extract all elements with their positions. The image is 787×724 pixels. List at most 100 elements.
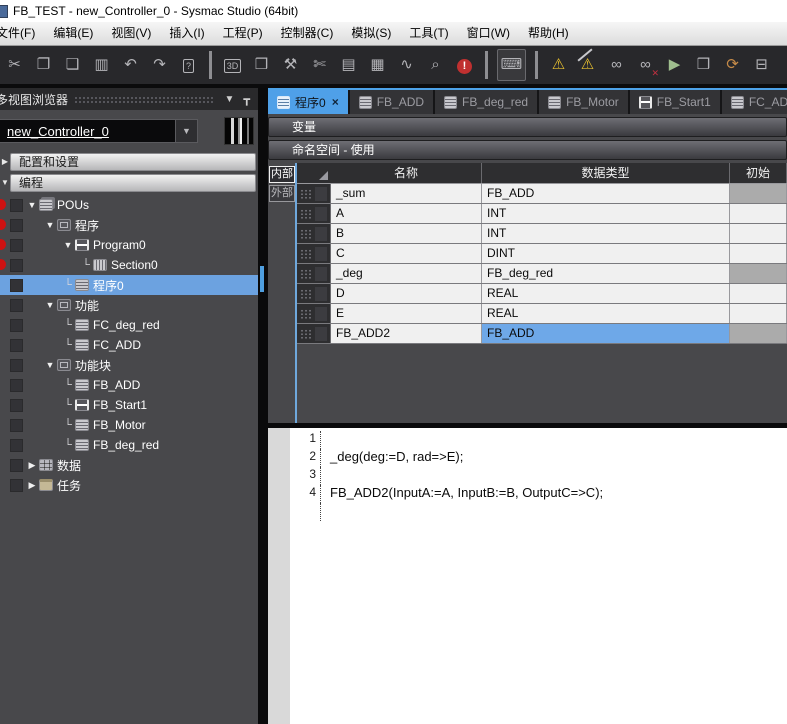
rebuild-icon[interactable]: ✄: [305, 50, 334, 80]
code-line[interactable]: 4 FB_ADD2(InputA:=A, InputB:=B, OutputC=…: [290, 485, 787, 503]
code-text[interactable]: [320, 431, 330, 449]
code-body[interactable]: 1 2 _deg(deg:=D, rad=>E); 3 4 FB_ADD2(In…: [290, 428, 787, 724]
view-3d-icon[interactable]: 3D: [218, 50, 247, 80]
splitter-handle[interactable]: [260, 266, 264, 292]
tab-fb-add[interactable]: FB_ADD: [350, 90, 435, 114]
controller-status-icon[interactable]: ⊟: [747, 50, 776, 80]
menu-window[interactable]: 窗口(W): [458, 22, 519, 45]
tree-checkbox[interactable]: [10, 439, 23, 452]
code-text[interactable]: [320, 467, 330, 485]
menu-insert[interactable]: 插入(I): [160, 22, 213, 45]
tree-item-pous[interactable]: ▼ POUs: [0, 195, 258, 215]
tab-external[interactable]: 外部: [269, 185, 295, 202]
tree-item-tasks[interactable]: ▶ 任务: [0, 475, 258, 495]
column-header-initial[interactable]: 初始: [730, 163, 787, 183]
menu-project[interactable]: 工程(P): [214, 22, 272, 45]
cell-name[interactable]: _sum: [331, 184, 482, 203]
run-mode-icon[interactable]: ▶: [660, 50, 689, 80]
vertical-splitter[interactable]: [258, 88, 268, 724]
tree-checkbox[interactable]: [10, 279, 23, 292]
tree-item-programs[interactable]: ▼ 程序: [0, 215, 258, 235]
cell-initial[interactable]: [730, 304, 787, 323]
expander-icon[interactable]: ▼: [43, 300, 57, 310]
monitor-on-icon[interactable]: ∞: [602, 50, 631, 80]
tree-checkbox[interactable]: [10, 459, 23, 472]
row-handle[interactable]: [297, 304, 331, 323]
code-text[interactable]: _deg(deg:=D, rad=>E);: [320, 449, 463, 467]
tree-checkbox[interactable]: [10, 239, 23, 252]
paste-icon[interactable]: ❏: [58, 50, 87, 80]
expander-icon[interactable]: ▶: [25, 460, 39, 471]
tree-item-function-blocks[interactable]: ▼ 功能块: [0, 355, 258, 375]
expander-icon[interactable]: ▼: [43, 360, 57, 370]
synchronize-icon[interactable]: ⟳: [718, 50, 747, 80]
section-programming-label[interactable]: 编程: [10, 174, 256, 192]
tree-checkbox[interactable]: [10, 379, 23, 392]
section-programming[interactable]: ▼ 编程: [0, 173, 258, 192]
row-handle[interactable]: [297, 264, 331, 283]
column-header-type[interactable]: 数据类型: [482, 163, 730, 183]
cell-name[interactable]: _deg: [331, 264, 482, 283]
tab-fb-motor[interactable]: FB_Motor: [539, 90, 630, 114]
tree-checkbox[interactable]: [10, 359, 23, 372]
cell-type[interactable]: FB_ADD: [482, 184, 730, 203]
tree-checkbox[interactable]: [10, 259, 23, 272]
namespace-bar[interactable]: 命名空间 - 使用: [268, 140, 787, 160]
cell-name[interactable]: D: [331, 284, 482, 303]
expander-icon[interactable]: ▼: [25, 200, 39, 210]
code-text[interactable]: FB_ADD2(InputA:=A, InputB:=B, OutputC=>C…: [320, 485, 603, 503]
expander-icon[interactable]: ▶: [25, 480, 39, 491]
cell-initial[interactable]: [730, 264, 787, 283]
variables-bar[interactable]: 变量: [268, 117, 787, 137]
cell-initial[interactable]: [730, 244, 787, 263]
row-handle[interactable]: [297, 284, 331, 303]
cell-initial[interactable]: [730, 204, 787, 223]
build-icon[interactable]: ⚒: [276, 50, 305, 80]
chevron-down-icon[interactable]: ▼: [175, 120, 197, 142]
code-line[interactable]: 1: [290, 431, 787, 449]
tree-item-fc-add[interactable]: └ FC_ADD: [0, 335, 258, 355]
code-line[interactable]: [290, 503, 787, 521]
row-handle[interactable]: [297, 224, 331, 243]
tree-item-functions[interactable]: ▼ 功能: [0, 295, 258, 315]
undo-icon[interactable]: ↶: [116, 50, 145, 80]
online-warning-icon[interactable]: ⚠: [544, 50, 573, 80]
variable-table-icon[interactable]: ▤: [334, 50, 363, 80]
column-header-name[interactable]: 名称: [331, 163, 482, 183]
tree-checkbox[interactable]: [10, 479, 23, 492]
tree-checkbox[interactable]: [10, 219, 23, 232]
tree-checkbox[interactable]: [10, 319, 23, 332]
cell-type[interactable]: REAL: [482, 284, 730, 303]
pin-icon[interactable]: ┳: [239, 93, 254, 106]
help-icon[interactable]: ?: [174, 50, 203, 80]
tree-checkbox[interactable]: [10, 419, 23, 432]
st-code-editor[interactable]: 1 2 _deg(deg:=D, rad=>E); 3 4 FB_ADD2(In…: [268, 428, 787, 724]
cell-name[interactable]: B: [331, 224, 482, 243]
redo-icon[interactable]: ↷: [145, 50, 174, 80]
simulation-icon[interactable]: ⌨: [497, 49, 526, 81]
cell-initial[interactable]: [730, 184, 787, 203]
tree-checkbox[interactable]: [10, 339, 23, 352]
tree-item-st-program0[interactable]: └ 程序0: [0, 275, 258, 295]
cascade-windows-icon[interactable]: ❒: [247, 50, 276, 80]
tree-item-program0[interactable]: ▼ Program0: [0, 235, 258, 255]
cell-type-selected[interactable]: FB_ADD: [482, 324, 730, 343]
cell-name[interactable]: E: [331, 304, 482, 323]
collapse-panel-icon[interactable]: ▼: [219, 94, 239, 105]
cell-name[interactable]: FB_ADD2: [331, 324, 482, 343]
code-text[interactable]: [320, 503, 330, 521]
monitor-off-icon[interactable]: ∞✕: [631, 50, 660, 80]
menu-simulation[interactable]: 模拟(S): [342, 22, 400, 45]
watch-table-icon[interactable]: ▦: [363, 50, 392, 80]
tree-item-fb-motor[interactable]: └ FB_Motor: [0, 415, 258, 435]
code-line[interactable]: 2 _deg(deg:=D, rad=>E);: [290, 449, 787, 467]
data-trace-icon[interactable]: ∿: [392, 50, 421, 80]
tree-item-fb-add[interactable]: └ FB_ADD: [0, 375, 258, 395]
code-line[interactable]: 3: [290, 467, 787, 485]
tab-internal[interactable]: 内部: [269, 166, 295, 183]
tree-item-fb-deg-red[interactable]: └ FB_deg_red: [0, 435, 258, 455]
cell-type[interactable]: REAL: [482, 304, 730, 323]
menu-help[interactable]: 帮助(H): [519, 22, 578, 45]
section-config[interactable]: ▶ 配置和设置: [0, 152, 258, 171]
tree-checkbox[interactable]: [10, 299, 23, 312]
